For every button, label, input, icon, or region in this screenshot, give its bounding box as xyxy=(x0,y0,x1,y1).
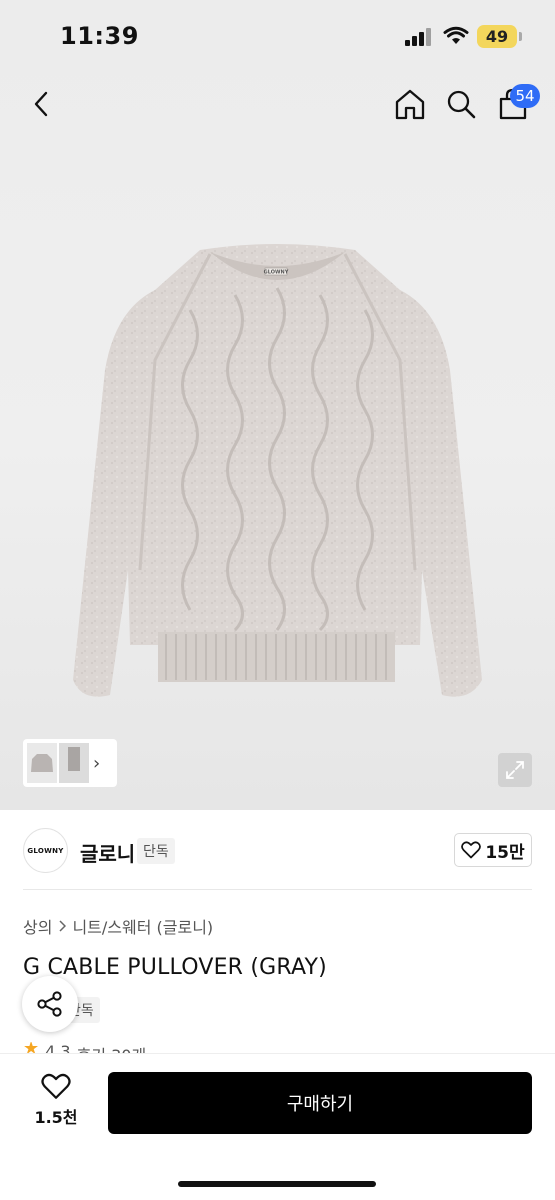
thumbnail-1[interactable] xyxy=(27,743,57,783)
brand-exclusive-tag: 단독 xyxy=(137,838,175,864)
share-button[interactable] xyxy=(22,976,78,1032)
search-icon xyxy=(447,90,476,119)
product-image: GLOWNY xyxy=(73,244,482,697)
product-like-button[interactable]: 1.5천 xyxy=(30,1073,82,1128)
breadcrumb-category[interactable]: 상의 xyxy=(23,914,52,938)
expand-icon xyxy=(506,761,524,779)
brand-logo[interactable]: GLOWNY xyxy=(23,828,68,873)
cart-count-badge: 54 xyxy=(510,84,540,108)
brand-name[interactable]: 글로니 xyxy=(80,838,135,867)
expand-button[interactable] xyxy=(498,753,532,787)
heart-icon xyxy=(41,1073,71,1099)
product-image-area: 11:39 49 54 GLOWNY › xyxy=(0,0,555,810)
battery-indicator: 49 xyxy=(477,25,517,48)
breadcrumb: 상의 니트/스웨터 (글로니) xyxy=(23,914,213,938)
heart-icon xyxy=(461,841,482,859)
product-like-count: 1.5천 xyxy=(34,1108,78,1127)
home-indicator xyxy=(178,1181,376,1187)
brand-like-count: 15만 xyxy=(485,842,525,863)
buy-button[interactable]: 구매하기 xyxy=(108,1072,532,1134)
thumbnail-next-icon[interactable]: › xyxy=(93,753,100,774)
battery-tip xyxy=(519,32,522,41)
cellular-signal-icon xyxy=(405,28,433,46)
brand-like-button[interactable]: 15만 xyxy=(454,833,532,867)
chevron-right-icon xyxy=(59,920,67,932)
chevron-left-icon xyxy=(34,91,48,117)
wifi-icon xyxy=(443,26,469,44)
search-button[interactable] xyxy=(443,86,479,122)
brand-label-text: GLOWNY xyxy=(264,270,289,276)
product-title: G CABLE PULLOVER (GRAY) xyxy=(23,955,327,980)
breadcrumb-subcategory[interactable]: 니트/스웨터 (글로니) xyxy=(72,914,213,938)
divider xyxy=(23,889,532,890)
home-icon xyxy=(395,89,425,120)
home-button[interactable] xyxy=(392,86,428,122)
thumbnail-strip[interactable]: › xyxy=(23,739,117,787)
back-button[interactable] xyxy=(26,88,56,120)
share-icon xyxy=(37,991,62,1017)
thumbnail-2[interactable] xyxy=(59,743,89,783)
status-time: 11:39 xyxy=(60,22,139,50)
